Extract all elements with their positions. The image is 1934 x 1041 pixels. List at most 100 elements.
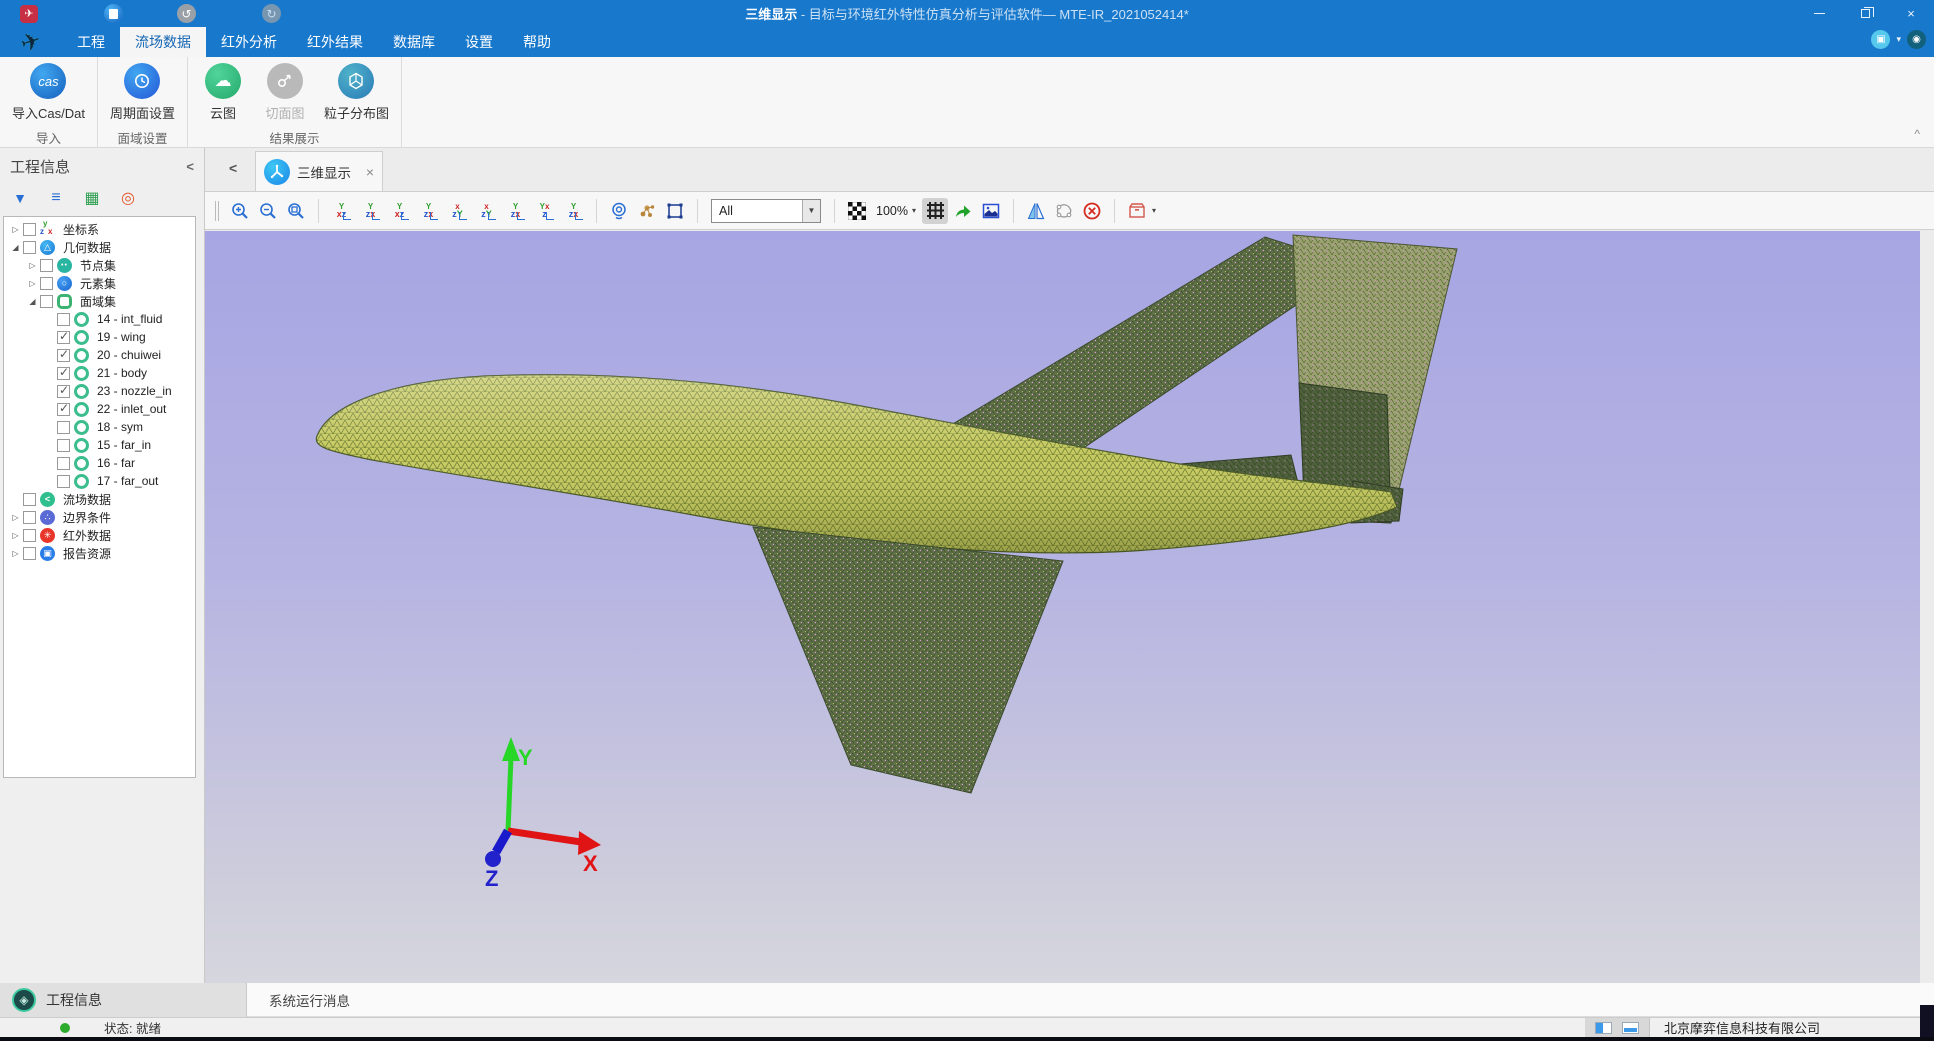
minimize-button[interactable] <box>1796 0 1842 27</box>
checkbox-checked[interactable] <box>57 385 70 398</box>
expand-arrow-icon[interactable]: ▷ <box>9 513 22 522</box>
menu-item-0[interactable]: 工程 <box>62 27 120 57</box>
checkbox-unchecked[interactable] <box>40 295 53 308</box>
tree-item-4[interactable]: ◢面域集 <box>4 292 195 310</box>
tree-item-16[interactable]: ▷∴边界条件 <box>4 508 195 526</box>
layout-bottom-icon[interactable] <box>1622 1022 1639 1034</box>
menu-item-4[interactable]: 数据库 <box>378 27 450 57</box>
clear-view-button[interactable] <box>1079 198 1105 224</box>
checkbox-unchecked[interactable] <box>23 493 36 506</box>
dropdown-arrow-icon[interactable]: ▼ <box>802 200 820 222</box>
zoom-fit-button[interactable] <box>283 198 309 224</box>
display-filter-dropdown[interactable]: All ▼ <box>711 199 821 223</box>
expand-arrow-icon[interactable]: ▷ <box>26 279 39 288</box>
checkbox-unchecked[interactable] <box>57 475 70 488</box>
snapshot-button[interactable] <box>978 198 1004 224</box>
checkbox-checked[interactable] <box>57 403 70 416</box>
archive-caret-icon[interactable]: ▾ <box>1152 206 1156 215</box>
collapse-arrow-icon[interactable]: ◢ <box>9 243 22 252</box>
view-front-button[interactable]: Yxz <box>386 198 413 224</box>
help-style-button[interactable]: ◉ <box>1907 30 1926 49</box>
particle-cluster-button[interactable] <box>634 198 660 224</box>
panel-collapse-button[interactable]: < <box>186 159 194 174</box>
menu-item-3[interactable]: 红外结果 <box>292 27 378 57</box>
camera-button[interactable] <box>606 198 632 224</box>
checkbox-unchecked[interactable] <box>23 241 36 254</box>
zoom-in-button[interactable] <box>227 198 253 224</box>
zoom-caret-icon[interactable]: ▾ <box>912 206 916 215</box>
checkbox-unchecked[interactable] <box>57 439 70 452</box>
checkbox-unchecked[interactable] <box>57 457 70 470</box>
redo-button[interactable]: ↻ <box>262 4 281 23</box>
filter-button[interactable]: ▼ <box>8 187 32 209</box>
view-iso-1-button[interactable]: Yzx <box>502 198 529 224</box>
expand-arrow-icon[interactable]: ▷ <box>9 549 22 558</box>
checkbox-unchecked[interactable] <box>57 313 70 326</box>
layout-split-icon[interactable] <box>1595 1022 1612 1034</box>
checkbox-unchecked[interactable] <box>23 547 36 560</box>
tree-item-11[interactable]: 18 - sym <box>4 418 195 436</box>
archive-box-button[interactable] <box>1124 198 1150 224</box>
tree-item-5[interactable]: 14 - int_fluid <box>4 310 195 328</box>
zoom-level-value[interactable]: 100% <box>876 204 908 218</box>
point-cloud-button[interactable] <box>1051 198 1077 224</box>
transparency-button[interactable] <box>844 198 870 224</box>
import-cas-dat-button[interactable]: cas 导入Cas/Dat <box>6 61 91 124</box>
menu-item-6[interactable]: 帮助 <box>508 27 566 57</box>
checkbox-unchecked[interactable] <box>40 259 53 272</box>
view-bottom-button[interactable]: xzY <box>473 198 500 224</box>
checkbox-checked[interactable] <box>57 331 70 344</box>
theme-button[interactable]: ▣ <box>1871 30 1890 49</box>
view-iso-2-button[interactable]: Yxz <box>531 198 558 224</box>
checkbox-checked[interactable] <box>57 349 70 362</box>
tree-item-0[interactable]: ▷yzx坐标系 <box>4 220 195 238</box>
tab-scroll-left-button[interactable]: < <box>229 160 237 176</box>
maximize-button[interactable] <box>1842 0 1888 27</box>
tree-item-17[interactable]: ▷✳红外数据 <box>4 526 195 544</box>
periodic-face-button[interactable]: 周期面设置 <box>104 61 181 124</box>
collapse-all-button[interactable]: ≡ <box>44 187 68 209</box>
expand-arrow-icon[interactable]: ▷ <box>9 531 22 540</box>
collapse-arrow-icon[interactable]: ◢ <box>26 297 39 306</box>
tree-item-10[interactable]: 22 - inlet_out <box>4 400 195 418</box>
grid-view-button[interactable]: ▦ <box>80 187 104 209</box>
menu-item-2[interactable]: 红外分析 <box>206 27 292 57</box>
tree-item-3[interactable]: ▷○元素集 <box>4 274 195 292</box>
mesh-grid-toggle[interactable] <box>922 198 948 224</box>
viewport-3d[interactable]: Y X Z <box>205 231 1920 983</box>
checkbox-unchecked[interactable] <box>23 223 36 236</box>
undo-button[interactable]: ↺ <box>177 4 196 23</box>
expand-arrow-icon[interactable]: ▷ <box>26 261 39 270</box>
app-plane-button[interactable]: ✈ <box>20 5 38 23</box>
tree-item-2[interactable]: ▷••节点集 <box>4 256 195 274</box>
toolbar-grip[interactable] <box>215 201 219 221</box>
locate-button[interactable]: ◎ <box>116 187 140 209</box>
tree-item-1[interactable]: ◢△几何数据 <box>4 238 195 256</box>
tab-close-icon[interactable]: × <box>366 164 374 180</box>
mirror-button[interactable] <box>1023 198 1049 224</box>
export-share-button[interactable] <box>950 198 976 224</box>
select-region-button[interactable] <box>662 198 688 224</box>
runtime-message-bar[interactable]: 系统运行消息 <box>247 983 1934 1017</box>
checkbox-unchecked[interactable] <box>23 511 36 524</box>
ribbon-collapse-button[interactable]: ^ <box>1914 127 1920 141</box>
tree-item-12[interactable]: 15 - far_in <box>4 436 195 454</box>
zoom-out-button[interactable] <box>255 198 281 224</box>
checkbox-checked[interactable] <box>57 367 70 380</box>
menu-item-5[interactable]: 设置 <box>450 27 508 57</box>
tree-item-7[interactable]: 20 - chuiwei <box>4 346 195 364</box>
tree-item-8[interactable]: 21 - body <box>4 364 195 382</box>
checkbox-unchecked[interactable] <box>57 421 70 434</box>
save-button[interactable] <box>104 4 123 23</box>
view-back-button[interactable]: Yzx <box>415 198 442 224</box>
tree-item-13[interactable]: 16 - far <box>4 454 195 472</box>
tree-item-6[interactable]: 19 - wing <box>4 328 195 346</box>
tree-item-18[interactable]: ▷▣报告资源 <box>4 544 195 562</box>
checkbox-unchecked[interactable] <box>23 529 36 542</box>
view-iso-3-button[interactable]: Yzx <box>560 198 587 224</box>
tree-item-14[interactable]: 17 - far_out <box>4 472 195 490</box>
view-top-button[interactable]: xzY <box>444 198 471 224</box>
cloud-plot-button[interactable]: ☁ 云图 <box>194 61 252 124</box>
tree-item-15[interactable]: <流场数据 <box>4 490 195 508</box>
particle-plot-button[interactable]: 粒子分布图 <box>318 61 395 124</box>
